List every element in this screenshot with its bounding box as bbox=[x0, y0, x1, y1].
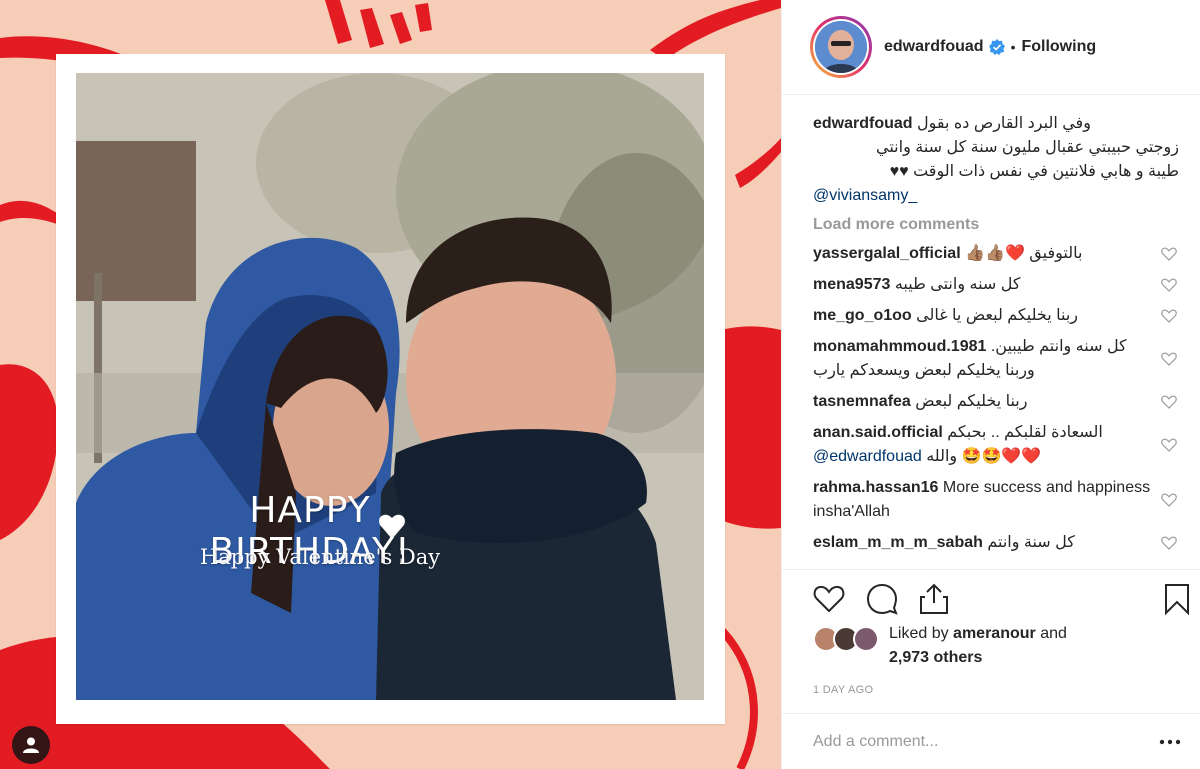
comment-text: ربنا يخليكم لبعض يا غالى bbox=[916, 307, 1078, 324]
post-header: edwardfouad • Following bbox=[782, 0, 1200, 95]
comment-username[interactable]: yassergalal_official bbox=[813, 245, 961, 262]
likes-prefix: Liked by bbox=[889, 625, 949, 642]
post-caption: edwardfouad وفي البرد القارص ده بقول زوج… bbox=[813, 112, 1179, 208]
like-comment-heart-icon[interactable] bbox=[1161, 536, 1177, 550]
profile-photo bbox=[815, 21, 867, 73]
like-comment-heart-icon[interactable] bbox=[1161, 352, 1177, 366]
comment-item: anan.said.official السعادة لقلبكم .. بحب… bbox=[813, 421, 1179, 469]
comment-icon[interactable] bbox=[865, 582, 899, 616]
share-icon[interactable] bbox=[917, 582, 951, 616]
comment-item: mena9573 كل سنه وانتى طيبه bbox=[813, 273, 1179, 297]
header-separator: • bbox=[1010, 39, 1016, 55]
load-more-comments-button[interactable]: Load more comments bbox=[813, 216, 1179, 234]
caption-text-1: وفي البرد القارص ده بقول bbox=[917, 115, 1091, 132]
post-actions-bar bbox=[782, 569, 1200, 629]
comment-item: monamahmmoud.1981 كل سنه وانتم طيبين. ور… bbox=[813, 335, 1179, 383]
tag-user-button[interactable] bbox=[12, 726, 50, 764]
likes-summary: Liked by ameranour and 2,973 others bbox=[782, 622, 1200, 676]
add-comment-input[interactable] bbox=[813, 732, 1133, 751]
avatar[interactable] bbox=[810, 16, 872, 78]
caption-line-2: زوجتي حبيبتي عقبال مليون سنة كل سنة وانت… bbox=[876, 139, 1179, 156]
comment-username[interactable]: eslam_m_m_m_sabah bbox=[813, 534, 983, 551]
comment-item: rahma.hassan16 More success and happines… bbox=[813, 476, 1179, 524]
caption-line-3: طيبة و هابي فلانتين في نفس ذات الوقت ♥♥ bbox=[889, 163, 1179, 180]
post-media[interactable]: HAPPY BIRTHDAY! Happy Valentine's Day bbox=[0, 0, 781, 769]
liker-avatars[interactable] bbox=[813, 626, 881, 656]
heart-icon[interactable] bbox=[812, 582, 846, 616]
photo-illustration bbox=[76, 73, 704, 700]
caption-mention[interactable]: @viviansamy_ bbox=[813, 184, 1179, 208]
comment-text: السعادة لقلبكم .. بحبكم bbox=[947, 424, 1103, 441]
comment-item: tasnemnafea ربنا يخليكم لبعض bbox=[813, 390, 1179, 414]
comments-list[interactable]: edwardfouad وفي البرد القارص ده بقول زوج… bbox=[782, 96, 1200, 568]
valentine-subline: Happy Valentine's Day bbox=[199, 545, 441, 569]
comment-item: yassergalal_official بالتوفيق ❤️👍🏽👍🏽 bbox=[813, 242, 1179, 266]
like-comment-heart-icon[interactable] bbox=[1161, 395, 1177, 409]
likes-count-button[interactable]: 2,973 others bbox=[889, 649, 982, 666]
caption-line-1: edwardfouad وفي البرد القارص ده بقول bbox=[813, 112, 1179, 136]
verified-badge-icon bbox=[988, 39, 1005, 55]
comment-text: ربنا يخليكم لبعض bbox=[915, 393, 1028, 410]
more-options-icon[interactable] bbox=[1159, 734, 1181, 750]
liker-username[interactable]: ameranour bbox=[953, 625, 1036, 642]
comment-mention[interactable]: @edwardfouad bbox=[813, 448, 922, 465]
tag-user-icon bbox=[23, 737, 39, 753]
comment-text: كل سنة وانتم bbox=[987, 534, 1075, 551]
comment-username[interactable]: anan.said.official bbox=[813, 424, 943, 441]
like-comment-heart-icon[interactable] bbox=[1161, 438, 1177, 452]
comment-item: eslam_m_m_m_sabah كل سنة وانتم bbox=[813, 531, 1179, 555]
add-comment-bar bbox=[782, 713, 1200, 769]
comment-text: بالتوفيق ❤️👍🏽👍🏽 bbox=[965, 245, 1083, 262]
post-details-panel: edwardfouad • Following edwardfouad وفي … bbox=[781, 0, 1200, 769]
comment-text: كل سنه وانتى طيبه bbox=[894, 276, 1021, 293]
comment-text-tail: ❤️❤️🤩🤩 والله bbox=[926, 448, 1042, 465]
comment-username[interactable]: tasnemnafea bbox=[813, 393, 911, 410]
caption-username[interactable]: edwardfouad bbox=[813, 115, 913, 132]
likes-and: and bbox=[1040, 625, 1067, 642]
post-timestamp[interactable]: 1 DAY AGO bbox=[813, 684, 873, 696]
header-username[interactable]: edwardfouad bbox=[884, 38, 984, 56]
comment-username[interactable]: monamahmmoud.1981 bbox=[813, 338, 986, 355]
comment-username[interactable]: rahma.hassan16 bbox=[813, 479, 938, 496]
like-comment-heart-icon[interactable] bbox=[1161, 278, 1177, 292]
post-photo bbox=[76, 73, 704, 700]
comment-item: me_go_o1oo ربنا يخليكم لبعض يا غالى bbox=[813, 304, 1179, 328]
following-button[interactable]: Following bbox=[1021, 38, 1096, 56]
comment-username[interactable]: mena9573 bbox=[813, 276, 890, 293]
liker-avatar bbox=[853, 626, 879, 652]
like-comment-heart-icon[interactable] bbox=[1161, 247, 1177, 261]
comment-username[interactable]: me_go_o1oo bbox=[813, 307, 912, 324]
like-comment-heart-icon[interactable] bbox=[1161, 493, 1177, 507]
like-comment-heart-icon[interactable] bbox=[1161, 309, 1177, 323]
likes-text: Liked by ameranour and 2,973 others bbox=[889, 622, 1067, 670]
bookmark-icon[interactable] bbox=[1160, 582, 1194, 616]
